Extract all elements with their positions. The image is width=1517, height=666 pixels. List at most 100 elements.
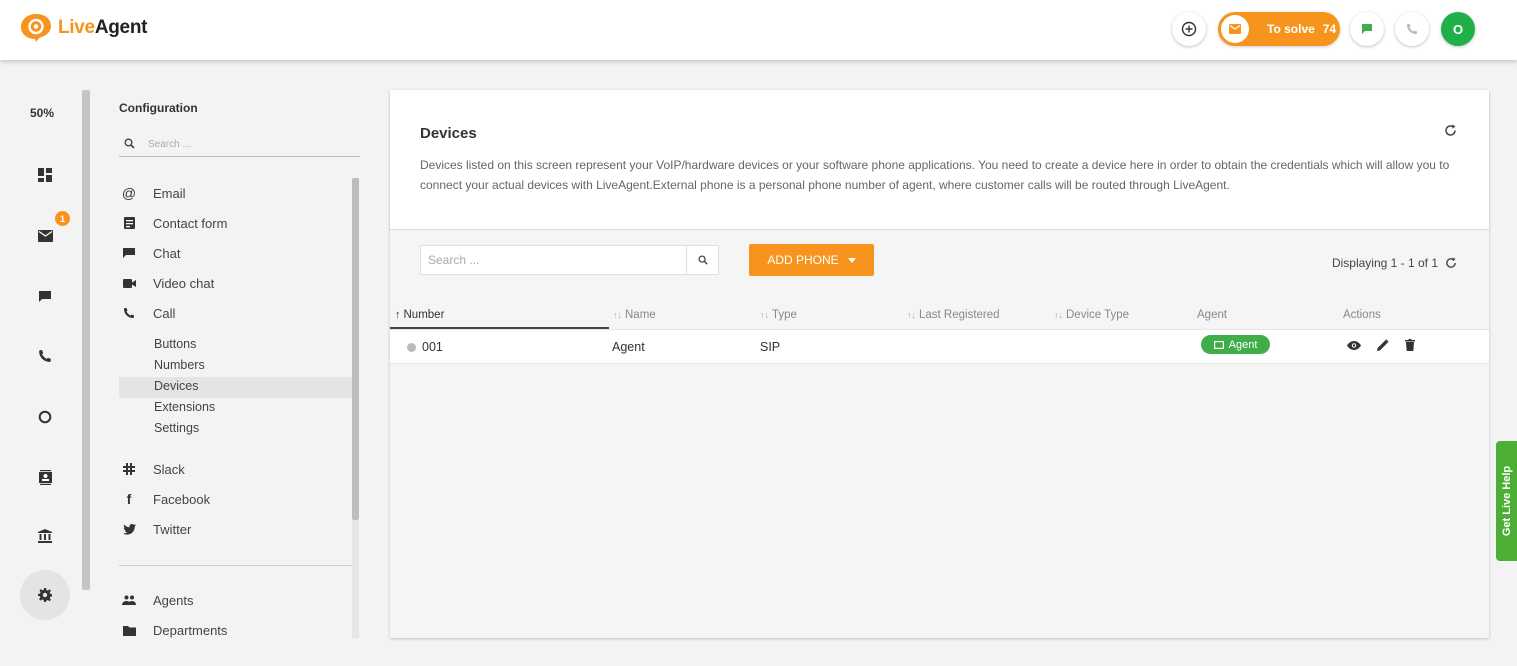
config-title: Configuration (119, 101, 198, 115)
config-sub-buttons[interactable]: Buttons (154, 337, 196, 351)
eye-icon (1347, 340, 1361, 350)
trash-icon (1405, 339, 1415, 351)
status-dot (407, 343, 416, 352)
column-device-type[interactable]: ↑↓ Device Type (1054, 309, 1129, 321)
top-bar: LiveAgent To solve 74 O (0, 0, 1517, 60)
row-actions (1347, 339, 1431, 351)
plus-circle-icon (1181, 21, 1197, 37)
config-item-chat[interactable]: Chat (119, 243, 180, 263)
config-item-twitter[interactable]: Twitter (119, 519, 191, 539)
reports-icon (38, 410, 52, 424)
pagination-info: Displaying 1 - 1 of 1 (1332, 256, 1457, 270)
delete-button[interactable] (1405, 339, 1415, 351)
cell-name: Agent (612, 340, 645, 354)
config-item-call[interactable]: Call (119, 303, 175, 323)
slack-icon (119, 463, 139, 475)
config-sub-settings[interactable]: Settings (154, 421, 199, 435)
column-name[interactable]: ↑↓ Name (613, 309, 656, 321)
page-description: Devices listed on this screen represent … (420, 158, 1450, 192)
chat-icon (39, 290, 51, 302)
chat-icon (1362, 24, 1372, 34)
to-solve-button[interactable]: To solve 74 (1218, 12, 1340, 46)
devices-panel: Devices Devices listed on this screen re… (390, 90, 1489, 638)
caret-down-icon (847, 257, 856, 263)
table-row[interactable]: 001 Agent SIP Agent (390, 329, 1489, 364)
search-icon (124, 136, 135, 154)
devices-list: Search ... ADD PHONE Displaying 1 - 1 of… (390, 231, 1489, 638)
logo-text: LiveAgent (58, 17, 148, 38)
logo[interactable]: LiveAgent (20, 13, 147, 43)
devices-search-input[interactable]: Search ... (420, 245, 719, 275)
call-status-button[interactable] (1395, 12, 1429, 46)
video-icon (119, 278, 139, 288)
agents-icon (119, 595, 139, 605)
left-scrollbar[interactable] (82, 90, 90, 590)
config-item-email[interactable]: @ Email (119, 183, 186, 203)
to-solve-count: 74 (1322, 22, 1337, 36)
folder-icon (119, 625, 139, 636)
configuration-nav[interactable] (20, 570, 70, 620)
config-item-departments[interactable]: Departments (119, 620, 227, 640)
column-number[interactable]: ↑ Number (395, 309, 444, 321)
devices-search-placeholder: Search ... (428, 253, 480, 267)
config-item-contact-form[interactable]: Contact form (119, 213, 227, 233)
calls-nav[interactable] (30, 344, 60, 368)
config-sub-devices[interactable]: Devices (154, 379, 198, 393)
search-button[interactable] (686, 246, 718, 274)
get-live-help-button[interactable]: Get Live Help (1496, 441, 1517, 561)
cell-type: SIP (760, 340, 781, 354)
contacts-nav[interactable] (30, 465, 60, 489)
config-search-input[interactable]: Search ... (119, 132, 360, 157)
search-icon (697, 255, 708, 265)
config-item-agents[interactable]: Agents (119, 590, 193, 610)
edit-button[interactable] (1377, 339, 1389, 351)
knowledgebase-nav[interactable] (30, 524, 60, 548)
mail-icon (1221, 15, 1249, 43)
add-phone-button[interactable]: ADD PHONE (749, 244, 874, 276)
view-button[interactable] (1347, 340, 1361, 350)
devices-header: Devices Devices listed on this screen re… (390, 90, 1489, 230)
config-sub-numbers[interactable]: Numbers (154, 358, 205, 372)
column-type[interactable]: ↑↓ Type (760, 309, 797, 321)
sort-icon: ↑↓ (613, 310, 622, 320)
config-scrollbar-track[interactable] (352, 520, 359, 638)
phone-icon (39, 350, 51, 362)
column-agent: Agent (1197, 309, 1228, 321)
cell-number: 001 (407, 340, 443, 354)
refresh-button[interactable] (1444, 124, 1457, 142)
mail-badge: 1 (55, 211, 70, 226)
gear-icon (38, 588, 52, 602)
at-icon: @ (121, 185, 137, 201)
dashboard-icon (38, 168, 52, 182)
config-item-slack[interactable]: Slack (119, 459, 185, 479)
sort-icon: ↑↓ (1054, 310, 1063, 320)
column-actions: Actions (1343, 309, 1381, 321)
add-new-button[interactable] (1172, 12, 1206, 46)
config-sub-extensions[interactable]: Extensions (154, 400, 215, 414)
chat-status-button[interactable] (1350, 12, 1384, 46)
dashboard-nav[interactable] (30, 163, 60, 187)
config-divider (119, 565, 353, 566)
config-scrollbar-thumb[interactable] (352, 178, 359, 520)
reports-nav[interactable] (30, 405, 60, 429)
agent-badge: Agent (1201, 335, 1270, 354)
agent-icon (1213, 340, 1224, 349)
chats-nav[interactable] (30, 284, 60, 308)
bank-icon (38, 529, 52, 543)
refresh-icon[interactable] (1445, 257, 1457, 269)
pencil-icon (1377, 339, 1389, 351)
refresh-icon (1445, 124, 1456, 136)
config-search-placeholder: Search ... (148, 139, 191, 150)
facebook-icon: f (126, 491, 132, 507)
config-item-video-chat[interactable]: Video chat (119, 273, 214, 293)
zoom-level: 50% (30, 106, 55, 120)
column-last-registered[interactable]: ↑↓ Last Registered (907, 309, 1000, 321)
chat-icon (119, 247, 139, 259)
sort-icon: ↑↓ (907, 310, 916, 320)
avatar[interactable]: O (1441, 12, 1475, 46)
twitter-icon (119, 523, 139, 535)
page-title: Devices (420, 125, 477, 142)
config-item-facebook[interactable]: f Facebook (119, 489, 210, 509)
mail-icon (37, 230, 53, 242)
tickets-nav[interactable] (30, 224, 60, 248)
